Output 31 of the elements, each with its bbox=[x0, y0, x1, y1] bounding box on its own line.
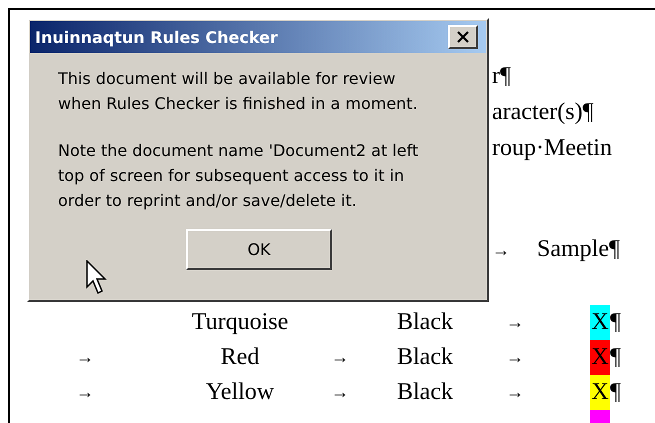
color-name: Turquoise bbox=[192, 309, 288, 335]
tab-arrow: → bbox=[76, 347, 94, 367]
color-swatch: X bbox=[590, 305, 610, 340]
pilcrow: ¶ bbox=[610, 344, 621, 370]
document-text: r¶ bbox=[492, 63, 511, 89]
pilcrow: ¶ bbox=[610, 309, 621, 335]
color-name: Black bbox=[397, 379, 453, 405]
document-text: aracter(s)¶ bbox=[492, 99, 594, 125]
message-text: This document will be available for review when Rules Checker is finished in a moment. bbox=[58, 68, 419, 115]
color-name: Black bbox=[397, 344, 453, 370]
tab-arrow: → bbox=[331, 347, 349, 367]
color-name: Red bbox=[220, 344, 260, 370]
dialog-title: Inuinnaqtun Rules Checker bbox=[35, 28, 278, 46]
tab-arrow: → bbox=[331, 382, 349, 402]
color-swatch: X bbox=[590, 375, 610, 410]
tab-arrow: → bbox=[506, 347, 524, 367]
pointer-icon bbox=[86, 260, 108, 296]
color-swatch: X bbox=[590, 340, 610, 375]
tab-arrow: → bbox=[506, 312, 524, 332]
color-name: Yellow bbox=[206, 379, 274, 405]
message-text: Note the document name 'Document2 at left top of screen for subsequent access to it in order to reprint and/or save/delete it. bbox=[58, 140, 420, 212]
tab-arrow: → bbox=[506, 382, 524, 402]
tab-arrow: → bbox=[76, 382, 94, 402]
tab-arrow: → bbox=[492, 239, 511, 262]
document-text: Sample¶ bbox=[537, 236, 620, 262]
close-button[interactable] bbox=[448, 25, 478, 49]
close-icon bbox=[456, 31, 470, 43]
ok-button[interactable]: OK bbox=[186, 229, 332, 270]
document-text: roup·Meetin bbox=[492, 135, 612, 161]
color-name: Black bbox=[397, 309, 453, 335]
pilcrow: ¶ bbox=[610, 379, 621, 405]
